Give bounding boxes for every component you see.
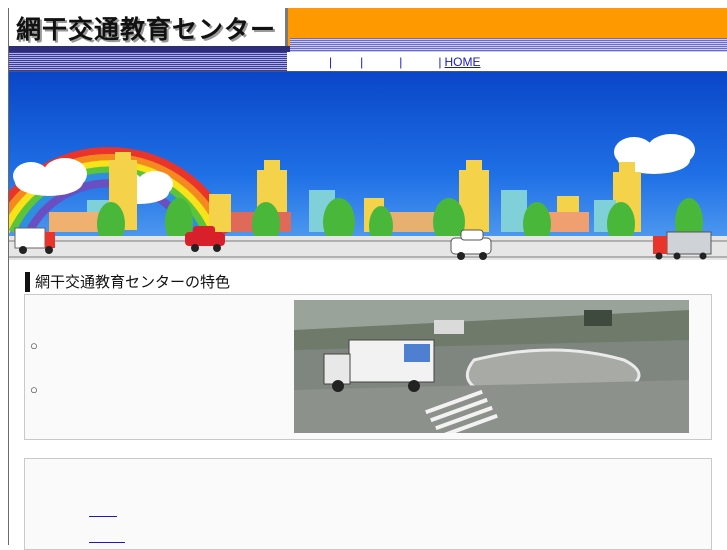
nav-link-home[interactable]: HOME <box>445 55 481 69</box>
nav-separator: | <box>438 55 442 69</box>
header-stripes-right <box>290 38 727 52</box>
nav-separator: | <box>329 55 333 69</box>
feature-bullet-2: ○ <box>30 382 38 397</box>
nav-separator: | <box>360 55 364 69</box>
header-stripes-left <box>9 52 287 71</box>
site-title: 網干交通教育センター <box>16 15 277 44</box>
banner-illustration <box>9 72 727 260</box>
content-link-2[interactable] <box>89 528 125 543</box>
course-photo-svg <box>294 300 689 433</box>
nav-separator: | <box>399 55 403 69</box>
top-nav: | | | | HOME <box>292 55 481 69</box>
banner-svg <box>9 134 727 260</box>
feature-bullet-1: ○ <box>30 338 38 353</box>
course-photo <box>294 300 689 433</box>
features-heading: 網干交通教育センターの特色 <box>25 272 231 292</box>
links-box <box>24 458 712 550</box>
content-link-1[interactable] <box>89 502 117 517</box>
